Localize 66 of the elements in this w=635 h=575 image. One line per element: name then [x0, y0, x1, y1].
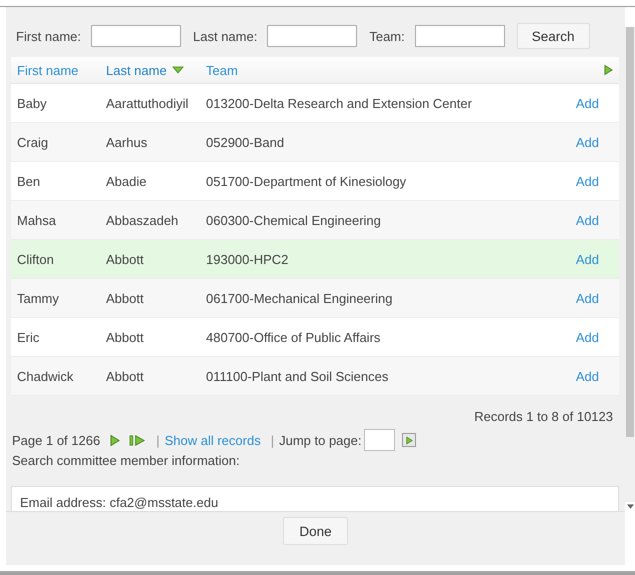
table-row[interactable]: Craig Aarhus 052900-Band Add	[11, 123, 619, 162]
info-label: Search committee member information:	[11, 453, 241, 468]
go-button[interactable]	[402, 433, 416, 447]
field-label: First name:	[16, 28, 82, 44]
table-cell: Tammy	[17, 290, 59, 306]
add-link[interactable]: Add	[576, 174, 599, 188]
table-cell: Craig	[17, 134, 48, 150]
table-cell: Abbott	[106, 290, 144, 306]
add-link[interactable]: Add	[576, 212, 599, 228]
table-cell: 013200-Delta Research and Extension Center	[206, 96, 472, 110]
table-cell: Abbott	[106, 368, 144, 384]
table-cell: Mahsa	[17, 212, 56, 228]
table-row[interactable]: Mahsa Abbaszadeh 060300-Chemical Engineering Add	[11, 201, 619, 240]
add-link[interactable]: Add	[576, 96, 599, 110]
search-button[interactable]: Search	[516, 23, 590, 49]
play-icon[interactable]	[406, 436, 413, 444]
table-cell: 051700-Department of Kinesiology	[206, 174, 406, 188]
add-link[interactable]: Add	[576, 134, 599, 150]
text-field[interactable]	[91, 25, 182, 47]
sort-down-icon[interactable]	[172, 66, 184, 74]
table-cell: 193000-HPC2	[206, 252, 288, 266]
table-cell: Abbott	[106, 252, 144, 266]
separator: |	[156, 432, 160, 448]
add-link[interactable]: Add	[576, 368, 599, 384]
table-cell: 060300-Chemical Engineering	[206, 212, 381, 228]
table-row[interactable]: Clifton Abbott 193000-HPC2 Add	[11, 240, 619, 279]
jump-label: Jump to page:	[279, 432, 362, 448]
column-header[interactable]: First name	[17, 62, 78, 78]
table-cell: Baby	[17, 96, 47, 110]
text-field[interactable]	[414, 25, 505, 47]
table-cell: 480700-Office of Public Affairs	[206, 330, 380, 344]
show-all-link[interactable]: Show all records	[164, 432, 261, 448]
add-link[interactable]: Add	[576, 330, 599, 344]
text-field[interactable]	[267, 25, 358, 47]
table-cell: Abadie	[106, 174, 146, 188]
page-field[interactable]	[364, 429, 396, 451]
column-header[interactable]: Last name	[106, 62, 167, 78]
last-page-icon[interactable]	[129, 434, 146, 446]
table-cell: Aarhus	[106, 134, 148, 150]
table-cell: Aarattuthodiyil	[106, 96, 188, 110]
table-cell: Clifton	[17, 252, 54, 266]
done-button[interactable]: Done	[283, 517, 348, 545]
records-count: Records 1 to 8 of 10123	[474, 409, 613, 426]
table-cell: Eric	[17, 330, 40, 344]
table-cell: Ben	[17, 174, 40, 188]
column-header[interactable]: Team	[206, 62, 238, 78]
table-cell: Abbott	[106, 330, 144, 344]
table-row[interactable]: Chadwick Abbott 011100-Plant and Soil Sciences Add	[11, 357, 619, 396]
info-field[interactable]: Email address: cfa2@msstate.edu	[11, 486, 619, 511]
page-indicator: Page 1 of 1266	[12, 432, 100, 448]
table-cell: 011100-Plant and Soil Sciences	[206, 368, 388, 384]
scroll-down-icon[interactable]	[627, 504, 634, 509]
next-page-icon[interactable]	[110, 434, 120, 446]
add-link[interactable]: Add	[576, 290, 599, 306]
field-label: Team:	[369, 28, 405, 44]
next-icon[interactable]	[604, 64, 613, 76]
table-cell: 061700-Mechanical Engineering	[206, 290, 392, 306]
table-cell: Abbaszadeh	[106, 212, 178, 228]
table-cell: Chadwick	[17, 368, 74, 384]
table-row[interactable]: Tammy Abbott 061700-Mechanical Engineering Add	[11, 279, 619, 318]
separator: |	[270, 432, 274, 448]
field-label: Last name:	[193, 28, 258, 44]
scrollbar[interactable]	[625, 27, 635, 502]
add-link[interactable]: Add	[576, 252, 599, 266]
table-cell: 052900-Band	[206, 134, 284, 150]
scrollbar-thumb[interactable]	[626, 27, 634, 437]
